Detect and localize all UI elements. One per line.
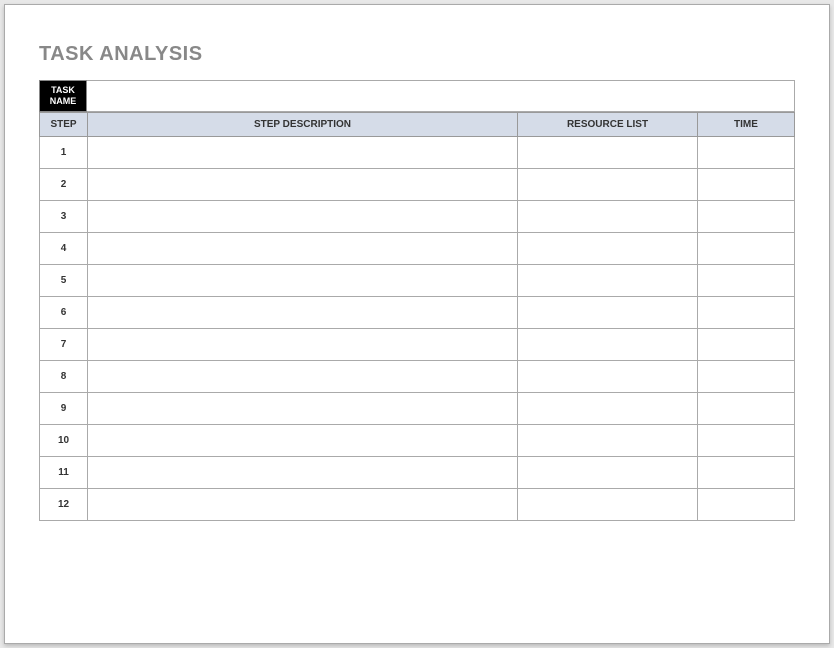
time-cell[interactable] (698, 456, 795, 488)
table-row: 5 (40, 264, 795, 296)
resource-cell[interactable] (518, 168, 698, 200)
step-number: 7 (40, 328, 88, 360)
resource-cell[interactable] (518, 392, 698, 424)
time-cell[interactable] (698, 136, 795, 168)
table-row: 9 (40, 392, 795, 424)
step-number: 4 (40, 232, 88, 264)
time-cell[interactable] (698, 200, 795, 232)
page-title: TASK ANALYSIS (39, 43, 795, 66)
resource-cell[interactable] (518, 232, 698, 264)
resource-cell[interactable] (518, 456, 698, 488)
step-description-cell[interactable] (88, 168, 518, 200)
table-row: 10 (40, 424, 795, 456)
step-description-cell[interactable] (88, 296, 518, 328)
time-cell[interactable] (698, 424, 795, 456)
step-description-cell[interactable] (88, 136, 518, 168)
table-row: 11 (40, 456, 795, 488)
step-number: 12 (40, 488, 88, 520)
table-row: 4 (40, 232, 795, 264)
table-row: 12 (40, 488, 795, 520)
table-row: 7 (40, 328, 795, 360)
step-number: 6 (40, 296, 88, 328)
resource-cell[interactable] (518, 136, 698, 168)
step-description-cell[interactable] (88, 456, 518, 488)
time-cell[interactable] (698, 328, 795, 360)
resource-cell[interactable] (518, 328, 698, 360)
page-inner: TASK ANALYSIS TASK NAME STEP STEP DESCRI… (15, 15, 819, 633)
task-name-field[interactable] (87, 80, 795, 112)
time-cell[interactable] (698, 232, 795, 264)
step-number: 11 (40, 456, 88, 488)
step-description-cell[interactable] (88, 360, 518, 392)
time-cell[interactable] (698, 296, 795, 328)
step-description-cell[interactable] (88, 328, 518, 360)
task-name-row: TASK NAME (39, 80, 795, 112)
resource-cell[interactable] (518, 360, 698, 392)
time-cell[interactable] (698, 488, 795, 520)
step-description-cell[interactable] (88, 232, 518, 264)
step-number: 8 (40, 360, 88, 392)
resource-cell[interactable] (518, 424, 698, 456)
step-number: 9 (40, 392, 88, 424)
table-row: 1 (40, 136, 795, 168)
step-number: 2 (40, 168, 88, 200)
step-number: 1 (40, 136, 88, 168)
resource-cell[interactable] (518, 296, 698, 328)
step-description-cell[interactable] (88, 424, 518, 456)
header-row: STEP STEP DESCRIPTION RESOURCE LIST TIME (40, 112, 795, 136)
task-name-label: TASK NAME (39, 80, 87, 112)
step-description-cell[interactable] (88, 488, 518, 520)
analysis-table: STEP STEP DESCRIPTION RESOURCE LIST TIME… (39, 112, 795, 521)
resource-cell[interactable] (518, 488, 698, 520)
step-number: 10 (40, 424, 88, 456)
resource-cell[interactable] (518, 264, 698, 296)
step-number: 3 (40, 200, 88, 232)
time-cell[interactable] (698, 360, 795, 392)
header-resource: RESOURCE LIST (518, 112, 698, 136)
table-row: 3 (40, 200, 795, 232)
header-time: TIME (698, 112, 795, 136)
step-description-cell[interactable] (88, 392, 518, 424)
time-cell[interactable] (698, 168, 795, 200)
time-cell[interactable] (698, 264, 795, 296)
table-row: 8 (40, 360, 795, 392)
table-row: 2 (40, 168, 795, 200)
step-number: 5 (40, 264, 88, 296)
step-description-cell[interactable] (88, 200, 518, 232)
table-row: 6 (40, 296, 795, 328)
page-outer: TASK ANALYSIS TASK NAME STEP STEP DESCRI… (4, 4, 830, 644)
resource-cell[interactable] (518, 200, 698, 232)
time-cell[interactable] (698, 392, 795, 424)
header-step: STEP (40, 112, 88, 136)
header-description: STEP DESCRIPTION (88, 112, 518, 136)
step-description-cell[interactable] (88, 264, 518, 296)
